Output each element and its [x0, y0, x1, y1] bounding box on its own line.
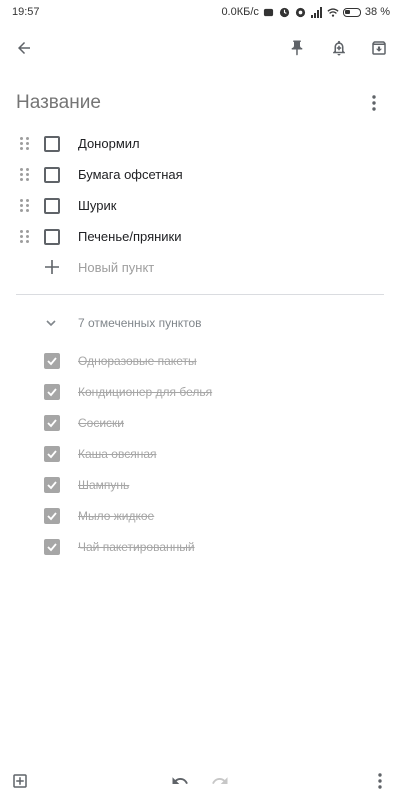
note-toolbar — [0, 28, 400, 68]
checked-checkbox[interactable] — [44, 538, 60, 555]
checked-checkbox[interactable] — [44, 445, 60, 462]
reminder-button[interactable] — [325, 34, 353, 62]
bottom-bar — [0, 766, 400, 796]
drag-handle-icon[interactable] — [20, 136, 30, 151]
check-icon — [47, 356, 57, 365]
checked-item-label[interactable]: Одноразовые пакеты — [78, 354, 197, 368]
checked-list-item: Одноразовые пакеты — [0, 345, 400, 376]
more-vert-icon — [378, 773, 382, 789]
more-options-button[interactable] — [368, 769, 392, 793]
checked-item-label[interactable]: Чай пакетированный — [78, 540, 195, 554]
pin-icon — [291, 40, 303, 56]
add-box-button[interactable] — [8, 769, 32, 793]
list-item: Донормил — [0, 128, 400, 159]
checked-list-item: Шампунь — [0, 469, 400, 500]
new-item-placeholder: Новый пункт — [78, 259, 155, 275]
check-icon — [47, 449, 57, 458]
drag-handle-icon[interactable] — [20, 167, 30, 182]
status-bar: 19:57 0.0КБ/с 38 % — [0, 0, 400, 24]
undo-button[interactable] — [168, 769, 192, 793]
list-item: Бумага офсетная — [0, 159, 400, 190]
checked-list-item: Кондиционер для белья — [0, 376, 400, 407]
checked-item-label[interactable]: Мыло жидкое — [78, 509, 154, 523]
check-icon — [47, 387, 57, 396]
more-vert-icon — [372, 95, 376, 111]
notification-icon — [263, 6, 275, 18]
new-item-button[interactable]: Новый пункт — [0, 252, 400, 282]
status-icons: 0.0КБ/с 38 % — [221, 6, 390, 18]
battery-icon — [342, 7, 361, 17]
chevron-down-icon — [46, 320, 56, 327]
checked-items-toggle[interactable]: 7 отмеченных пунктов — [0, 308, 400, 338]
item-checkbox[interactable] — [44, 135, 60, 152]
drag-handle-icon[interactable] — [20, 229, 30, 244]
checked-item-label[interactable]: Шампунь — [78, 478, 129, 492]
title-more-button[interactable] — [364, 91, 384, 115]
drag-handle-icon[interactable] — [20, 198, 30, 213]
title-input[interactable] — [16, 92, 316, 114]
check-icon — [47, 418, 57, 427]
sync-icon — [295, 6, 307, 18]
checked-checkbox[interactable] — [44, 383, 60, 400]
checked-checkbox[interactable] — [44, 414, 60, 431]
check-icon — [47, 480, 57, 489]
redo-button[interactable] — [208, 769, 232, 793]
item-label[interactable]: Печенье/пряники — [78, 229, 182, 244]
list-item: Шурик — [0, 190, 400, 221]
checked-checkbox[interactable] — [44, 352, 60, 369]
checked-list: Одноразовые пакеты Кондиционер для белья… — [0, 345, 400, 562]
plus-icon — [45, 260, 59, 274]
battery-level: 38 % — [364, 6, 390, 18]
item-label[interactable]: Бумага офсетная — [78, 167, 183, 182]
redo-icon — [212, 777, 228, 784]
title-row — [16, 88, 384, 118]
wifi-icon — [327, 6, 339, 18]
checked-count-label: 7 отмеченных пунктов — [78, 316, 202, 330]
signal-icon — [310, 6, 323, 18]
check-icon — [47, 511, 57, 520]
divider — [16, 294, 384, 295]
pin-button[interactable] — [283, 34, 311, 62]
checked-list-item: Чай пакетированный — [0, 531, 400, 562]
checked-checkbox[interactable] — [44, 476, 60, 493]
arrow-back-icon — [18, 42, 30, 54]
check-icon — [47, 542, 57, 551]
archive-icon — [372, 41, 386, 55]
checked-list-item: Мыло жидкое — [0, 500, 400, 531]
checked-checkbox[interactable] — [44, 507, 60, 524]
archive-button[interactable] — [365, 34, 393, 62]
item-label[interactable]: Донормил — [78, 136, 140, 151]
item-checkbox[interactable] — [44, 166, 60, 183]
list-item: Печенье/пряники — [0, 221, 400, 252]
item-checkbox[interactable] — [44, 197, 60, 214]
reminder-bell-icon — [333, 40, 345, 56]
item-checkbox[interactable] — [44, 228, 60, 245]
back-button[interactable] — [10, 34, 38, 62]
checked-list-item: Сосиски — [0, 407, 400, 438]
item-label[interactable]: Шурик — [78, 198, 116, 213]
status-time: 19:57 — [12, 6, 40, 18]
checked-list-item: Каша овсяная — [0, 438, 400, 469]
undo-icon — [172, 777, 188, 784]
network-speed: 0.0КБ/с — [221, 6, 259, 18]
checked-item-label[interactable]: Каша овсяная — [78, 447, 157, 461]
alarm-icon — [279, 6, 291, 18]
checked-item-label[interactable]: Кондиционер для белья — [78, 385, 212, 399]
unchecked-list: Донормил Бумага офсетная Шурик Печенье/п… — [0, 128, 400, 282]
add-box-icon — [13, 774, 27, 788]
checked-item-label[interactable]: Сосиски — [78, 416, 124, 430]
